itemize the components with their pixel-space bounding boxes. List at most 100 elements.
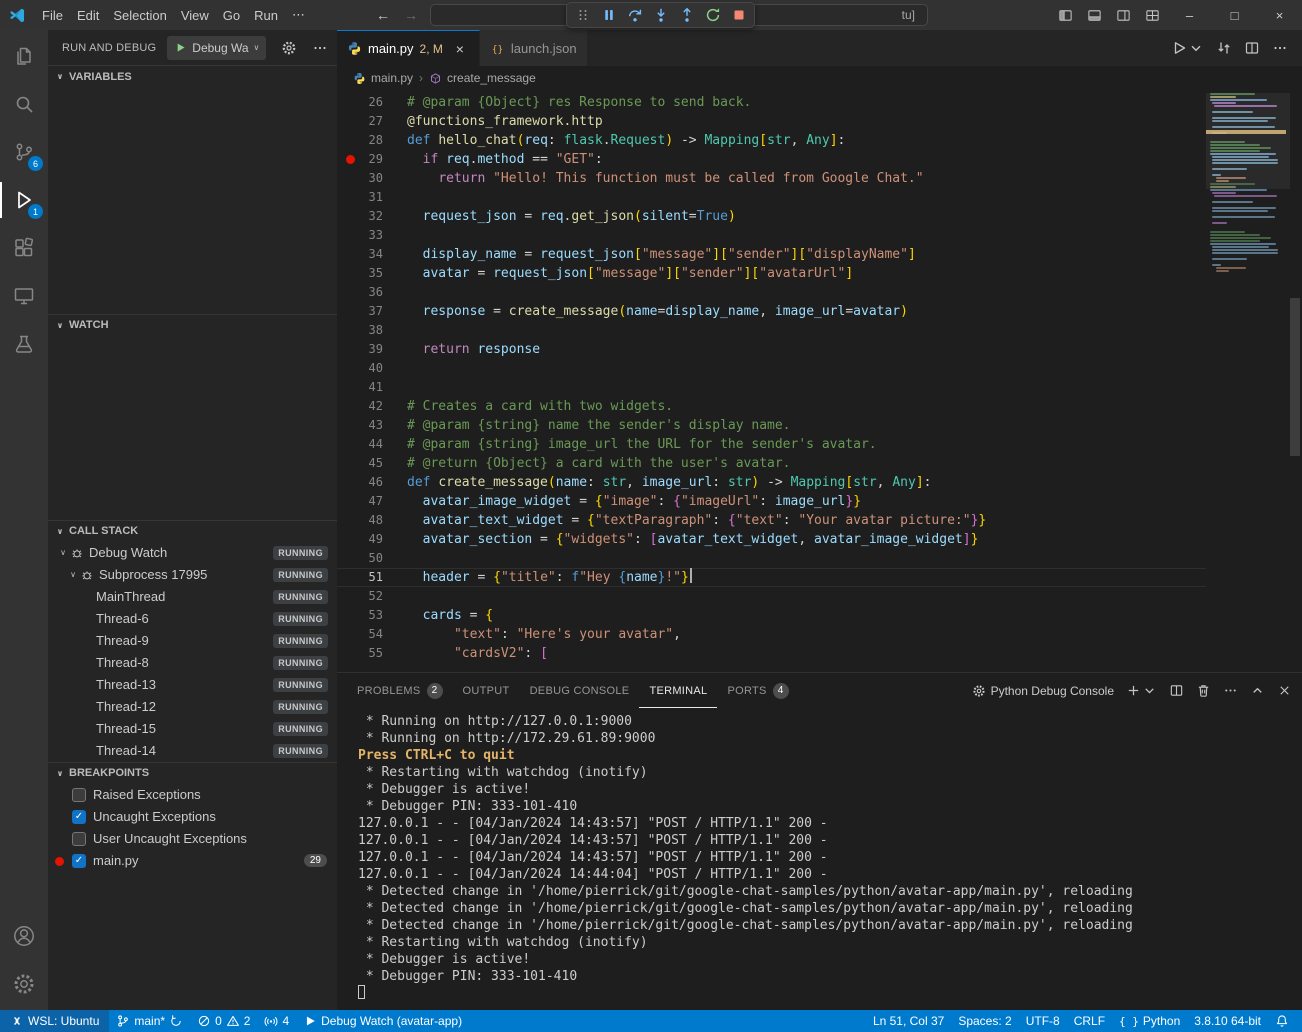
go-back-icon[interactable]: ← [376, 7, 390, 23]
callstack-item[interactable]: Thread-15RUNNING [48, 718, 337, 740]
callstack-item[interactable]: Thread-9RUNNING [48, 630, 337, 652]
remote-indicator[interactable]: WSL: Ubuntu [0, 1010, 109, 1032]
line-number[interactable]: 27 [337, 112, 383, 131]
line-number[interactable]: 48 [337, 511, 383, 530]
ports-indicator[interactable]: 4 [257, 1010, 296, 1032]
line-number[interactable]: 37 [337, 302, 383, 321]
menu-run[interactable]: Run [247, 8, 285, 23]
line-number[interactable]: 39 [337, 340, 383, 359]
layout-grid-icon[interactable] [1138, 0, 1167, 30]
run-python-file[interactable] [1171, 40, 1187, 56]
line-number[interactable]: 46 [337, 473, 383, 492]
step-over-button[interactable] [622, 4, 647, 26]
code-line-48[interactable]: 48 avatar_text_widget = {"textParagraph"… [337, 511, 1206, 530]
line-number[interactable]: 41 [337, 378, 383, 397]
callstack-item[interactable]: MainThreadRUNNING [48, 586, 337, 608]
open-changes[interactable] [1216, 40, 1232, 56]
close-icon[interactable]: × [451, 41, 469, 57]
line-number[interactable]: 34 [337, 245, 383, 264]
line-number[interactable]: 51 [337, 568, 383, 587]
code-line-29[interactable]: 29 if req.method == "GET": [337, 150, 1206, 169]
terminal-profile[interactable]: Python Debug Console [972, 684, 1114, 698]
start-debugging-icon[interactable] [174, 41, 187, 54]
code-line-27[interactable]: 27@functions_framework.http [337, 112, 1206, 131]
panel-more-actions[interactable] [1223, 683, 1238, 698]
callstack-item[interactable]: ∨Debug WatchRUNNING [48, 542, 337, 564]
code-line-40[interactable]: 40 [337, 359, 1206, 378]
activitybar-settings[interactable] [0, 960, 48, 1008]
drag-handle[interactable] [570, 4, 595, 26]
menu-go[interactable]: Go [216, 8, 247, 23]
code-line-34[interactable]: 34 display_name = request_json["message"… [337, 245, 1206, 264]
more-actions-icon[interactable] [312, 40, 328, 56]
line-number[interactable]: 30 [337, 169, 383, 188]
code-line-51[interactable]: 51 header = {"title": f"Hey {name}!"} [337, 568, 1206, 587]
code-line-30[interactable]: 30 return "Hello! This function must be … [337, 169, 1206, 188]
breakpoint-item[interactable]: ✓main.py29 [48, 850, 337, 872]
code-line-41[interactable]: 41 [337, 378, 1206, 397]
activitybar-source-control[interactable]: 6 [0, 128, 48, 176]
close-panel[interactable] [1277, 683, 1292, 698]
code-editor[interactable]: 26# @param {Object} res Response to send… [337, 90, 1302, 672]
problems-indicator[interactable]: 02 [190, 1010, 257, 1032]
terminal-output[interactable]: * Running on http://127.0.0.1:9000 * Run… [337, 708, 1302, 1010]
callstack-item[interactable]: Thread-6RUNNING [48, 608, 337, 630]
maximize-panel[interactable] [1250, 683, 1265, 698]
code-line-39[interactable]: 39 return response [337, 340, 1206, 359]
code-line-53[interactable]: 53 cards = { [337, 606, 1206, 625]
code-line-45[interactable]: 45# @return {Object} a card with the use… [337, 454, 1206, 473]
code-line-35[interactable]: 35 avatar = request_json["message"]["sen… [337, 264, 1206, 283]
line-number[interactable]: 45 [337, 454, 383, 473]
line-number[interactable]: 55 [337, 644, 383, 663]
launch-config-dropdown[interactable]: Debug Wa ∨ [167, 36, 266, 60]
encoding[interactable]: UTF-8 [1019, 1010, 1067, 1032]
code-line-43[interactable]: 43# @param {string} name the sender's di… [337, 416, 1206, 435]
breadcrumb-item[interactable]: create_message [429, 71, 536, 85]
indentation[interactable]: Spaces: 2 [951, 1010, 1018, 1032]
line-number[interactable]: 53 [337, 606, 383, 625]
line-number[interactable]: 49 [337, 530, 383, 549]
language-mode[interactable]: { }Python [1112, 1010, 1187, 1032]
menu-view[interactable]: View [174, 8, 216, 23]
breakpoint-checkbox[interactable] [72, 832, 86, 846]
code-line-26[interactable]: 26# @param {Object} res Response to send… [337, 93, 1206, 112]
menu-file[interactable]: File [35, 8, 70, 23]
code-line-55[interactable]: 55 "cardsV2": [ [337, 644, 1206, 663]
scrollbar-thumb[interactable] [1290, 298, 1300, 456]
panel-tab-problems[interactable]: PROBLEMS2 [347, 673, 453, 708]
variables-section-header[interactable]: ∨VARIABLES [48, 65, 337, 87]
close-button[interactable]: × [1257, 0, 1302, 30]
callstack-item[interactable]: Thread-13RUNNING [48, 674, 337, 696]
code-line-31[interactable]: 31 [337, 188, 1206, 207]
pause-button[interactable] [596, 4, 621, 26]
stop-button[interactable] [726, 4, 751, 26]
code-line-54[interactable]: 54 "text": "Here's your avatar", [337, 625, 1206, 644]
code-line-47[interactable]: 47 avatar_image_widget = {"image": {"ima… [337, 492, 1206, 511]
breakpoints-section-header[interactable]: ∨BREAKPOINTS [48, 762, 337, 784]
breakpoint-checkbox[interactable]: ✓ [72, 810, 86, 824]
minimize-button[interactable]: – [1167, 0, 1212, 30]
notifications-bell[interactable] [1268, 1010, 1296, 1032]
split-editor[interactable] [1244, 40, 1260, 56]
tab-main.py[interactable]: main.py2, M× [337, 30, 480, 66]
code-line-44[interactable]: 44# @param {string} image_url the URL fo… [337, 435, 1206, 454]
line-number[interactable]: 35 [337, 264, 383, 283]
line-number[interactable]: 50 [337, 549, 383, 568]
maximize-button[interactable]: □ [1212, 0, 1257, 30]
callstack-item[interactable]: Thread-8RUNNING [48, 652, 337, 674]
breakpoint-item[interactable]: Raised Exceptions [48, 784, 337, 806]
code-line-36[interactable]: 36 [337, 283, 1206, 302]
callstack-item[interactable]: Thread-14RUNNING [48, 740, 337, 762]
layout-panel-icon[interactable] [1080, 0, 1109, 30]
cursor-position[interactable]: Ln 51, Col 37 [866, 1010, 951, 1032]
editor-scrollbar[interactable] [1288, 90, 1302, 672]
minimap[interactable] [1208, 93, 1286, 273]
line-number[interactable]: 38 [337, 321, 383, 340]
activitybar-accounts[interactable] [0, 912, 48, 960]
code-line-33[interactable]: 33 [337, 226, 1206, 245]
breadcrumb[interactable]: main.py›create_message [337, 66, 1302, 90]
debug-session-indicator[interactable]: Debug Watch (avatar-app) [296, 1010, 469, 1032]
line-number[interactable]: 32 [337, 207, 383, 226]
tab-launch.json[interactable]: {}launch.json [480, 30, 588, 66]
line-number[interactable]: 43 [337, 416, 383, 435]
